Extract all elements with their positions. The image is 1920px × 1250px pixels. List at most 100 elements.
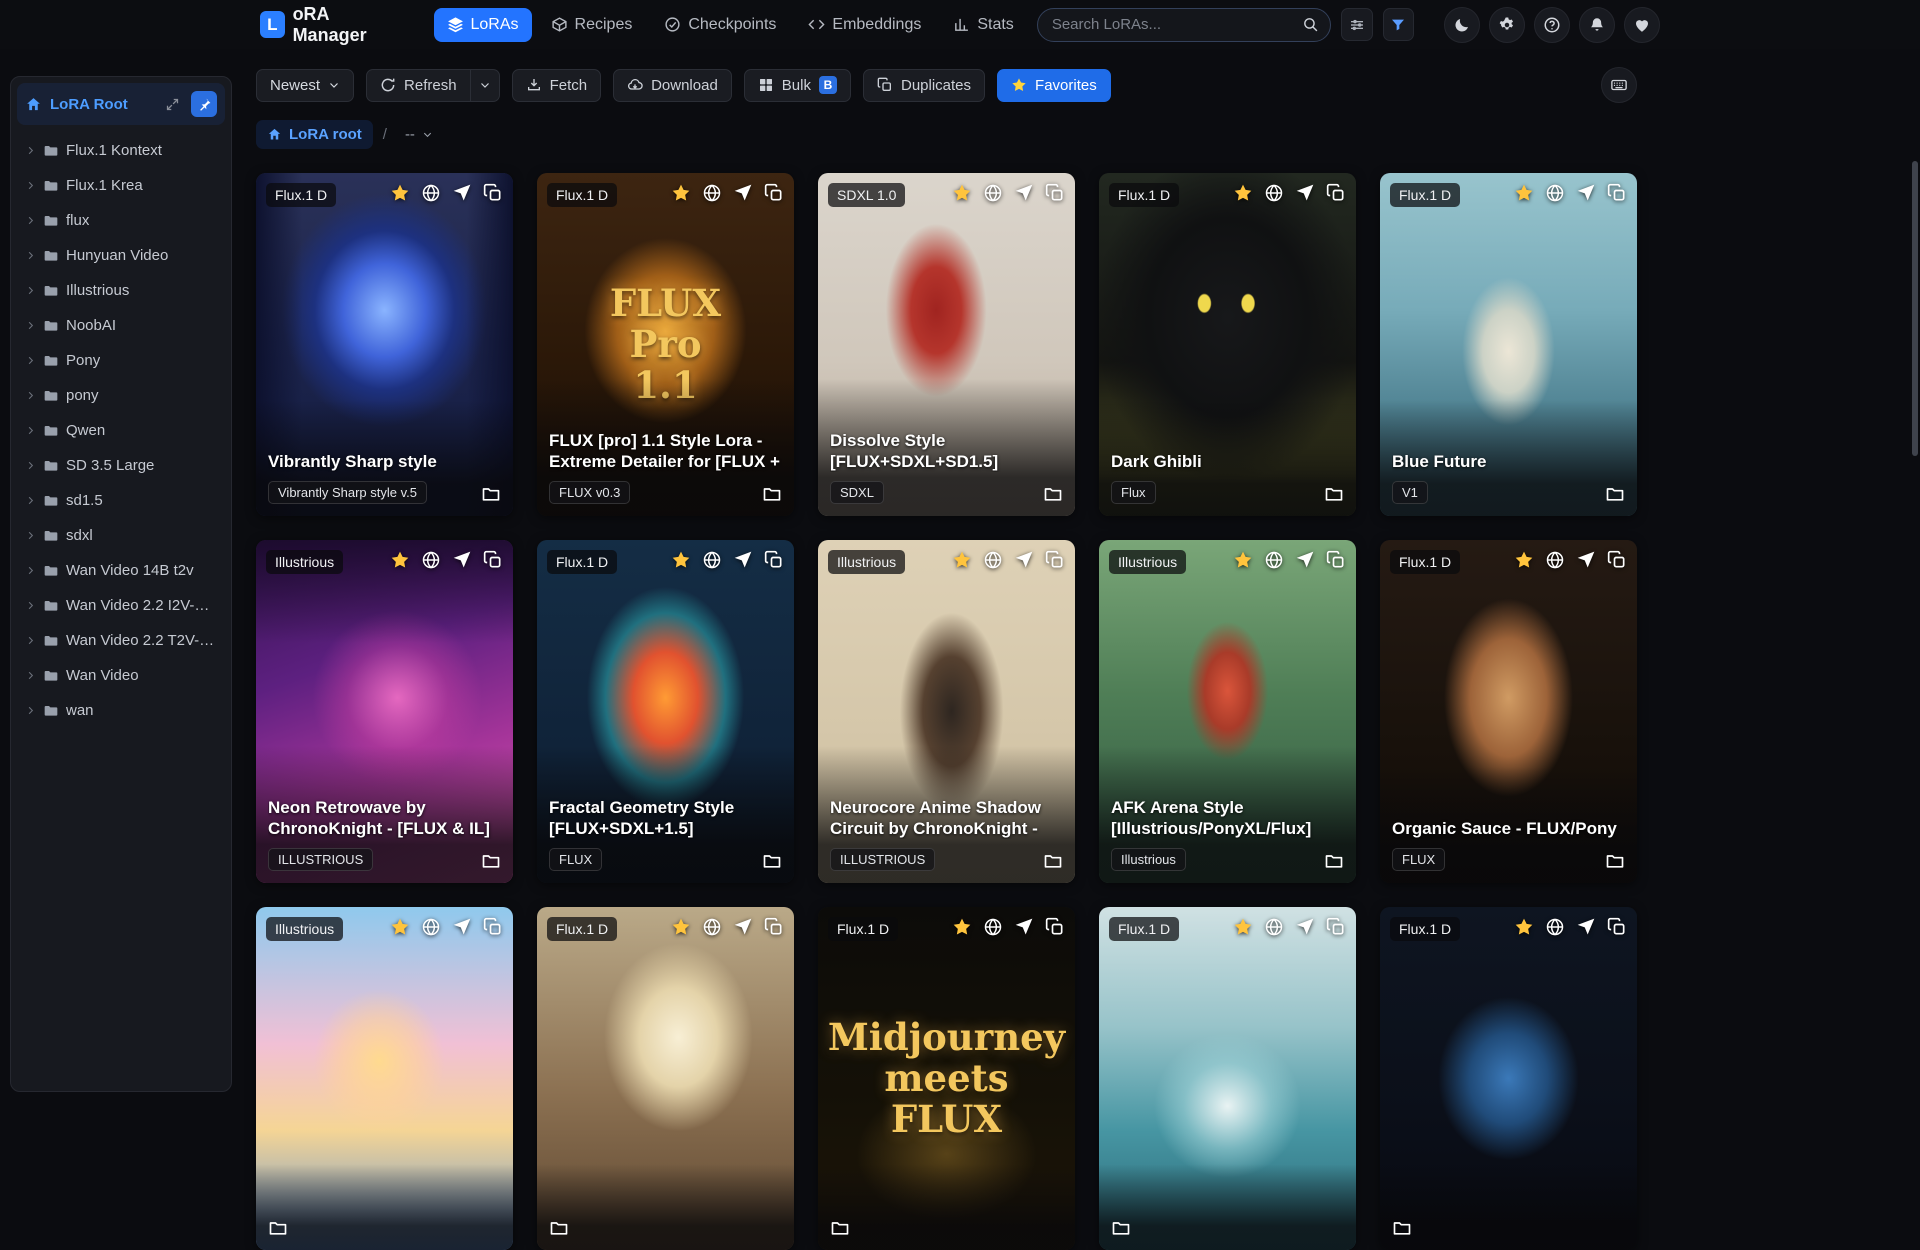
lora-card[interactable]: Flux.1 D Organic Sauce - FLUX/Pony FLUX (1380, 540, 1637, 883)
chevron-right-icon[interactable] (25, 705, 36, 716)
sidebar-folder-item[interactable]: Wan Video 14B t2v (17, 553, 225, 588)
chevron-right-icon[interactable] (25, 670, 36, 681)
lora-card[interactable]: Flux.1 D (537, 907, 794, 1250)
bulk-button[interactable]: Bulk B (743, 68, 851, 102)
theme-toggle-button[interactable] (1444, 6, 1481, 43)
lora-card[interactable]: Flux.1 D (1099, 907, 1356, 1250)
chevron-right-icon[interactable] (25, 565, 36, 576)
send-icon[interactable] (452, 917, 472, 937)
sidebar-folder-item[interactable]: sd1.5 (17, 483, 225, 518)
sidebar-folder-item[interactable]: flux (17, 203, 225, 238)
chevron-right-icon[interactable] (25, 320, 36, 331)
globe-icon[interactable] (1264, 550, 1284, 570)
nav-tab-checkpoints[interactable]: Checkpoints (651, 8, 789, 42)
copy-icon[interactable] (1326, 550, 1346, 570)
globe-icon[interactable] (421, 550, 441, 570)
chevron-right-icon[interactable] (25, 215, 36, 226)
copy-icon[interactable] (764, 917, 784, 937)
send-icon[interactable] (1014, 917, 1034, 937)
sort-select[interactable]: Newest (256, 68, 355, 102)
globe-icon[interactable] (702, 550, 722, 570)
lora-card[interactable]: Flux.1 D Vibrantly Sharp style Vibrantly… (256, 173, 513, 516)
search-options-button[interactable] (1341, 8, 1373, 41)
favorite-star-icon[interactable] (390, 183, 410, 203)
folder-icon[interactable] (1043, 851, 1063, 871)
breadcrumb-current-dropdown[interactable]: -- (397, 121, 441, 148)
pin-sidebar-button[interactable] (191, 91, 217, 117)
sidebar-folder-item[interactable]: Illustrious (17, 273, 225, 308)
filter-button[interactable] (1382, 8, 1415, 41)
send-icon[interactable] (452, 550, 472, 570)
lora-root-header[interactable]: LoRA Root (17, 83, 225, 125)
sidebar-folder-item[interactable]: Qwen (17, 413, 225, 448)
globe-icon[interactable] (1264, 917, 1284, 937)
globe-icon[interactable] (702, 183, 722, 203)
sidebar-folder-item[interactable]: Wan Video (17, 658, 225, 693)
chevron-right-icon[interactable] (25, 285, 36, 296)
copy-icon[interactable] (1326, 917, 1346, 937)
sidebar-folder-item[interactable]: sdxl (17, 518, 225, 553)
chevron-right-icon[interactable] (25, 390, 36, 401)
folder-icon[interactable] (268, 1218, 288, 1238)
globe-icon[interactable] (1545, 917, 1565, 937)
sidebar-folder-item[interactable]: pony (17, 378, 225, 413)
favorite-star-icon[interactable] (390, 917, 410, 937)
copy-icon[interactable] (1607, 183, 1627, 203)
folder-icon[interactable] (1605, 851, 1625, 871)
send-icon[interactable] (1014, 550, 1034, 570)
folder-icon[interactable] (1605, 484, 1625, 504)
app-logo[interactable]: L oRA Manager (260, 4, 398, 46)
send-icon[interactable] (1576, 917, 1596, 937)
fetch-button[interactable]: Fetch (511, 68, 602, 102)
copy-icon[interactable] (1326, 183, 1346, 203)
help-button[interactable] (1534, 6, 1571, 43)
sidebar-folder-item[interactable]: wan (17, 693, 225, 728)
folder-icon[interactable] (481, 851, 501, 871)
favorite-star-icon[interactable] (952, 550, 972, 570)
favorite-star-icon[interactable] (1514, 183, 1534, 203)
chevron-right-icon[interactable] (25, 460, 36, 471)
refresh-menu-button[interactable] (470, 68, 500, 102)
favorite-star-icon[interactable] (1233, 917, 1253, 937)
send-icon[interactable] (1576, 183, 1596, 203)
send-icon[interactable] (1014, 183, 1034, 203)
send-icon[interactable] (452, 183, 472, 203)
copy-icon[interactable] (764, 550, 784, 570)
globe-icon[interactable] (983, 183, 1003, 203)
favorite-star-icon[interactable] (671, 917, 691, 937)
chevron-right-icon[interactable] (25, 425, 36, 436)
globe-icon[interactable] (1264, 183, 1284, 203)
chevron-right-icon[interactable] (25, 355, 36, 366)
sidebar-folder-item[interactable]: Wan Video 2.2 I2V-A14B (17, 588, 225, 623)
lora-card[interactable]: Illustrious Neurocore Anime Shadow Circu… (818, 540, 1075, 883)
folder-icon[interactable] (830, 1218, 850, 1238)
sidebar-folder-item[interactable]: NoobAI (17, 308, 225, 343)
search-input[interactable] (1036, 7, 1332, 42)
folder-icon[interactable] (1043, 484, 1063, 504)
favorite-star-icon[interactable] (1514, 550, 1534, 570)
folder-icon[interactable] (1111, 1218, 1131, 1238)
lora-card[interactable]: Flux.1 D (1380, 907, 1637, 1250)
globe-icon[interactable] (1545, 550, 1565, 570)
sidebar-folder-item[interactable]: Hunyuan Video (17, 238, 225, 273)
nav-tab-loras[interactable]: LoRAs (433, 7, 532, 42)
sidebar-folder-item[interactable]: Flux.1 Kontext (17, 133, 225, 168)
keyboard-shortcuts-button[interactable] (1601, 67, 1637, 103)
copy-icon[interactable] (764, 183, 784, 203)
globe-icon[interactable] (983, 917, 1003, 937)
copy-icon[interactable] (483, 183, 503, 203)
lora-card[interactable]: SDXL 1.0 Dissolve Style [FLUX+SDXL+SD1.5… (818, 173, 1075, 516)
sidebar-folder-item[interactable]: SD 3.5 Large (17, 448, 225, 483)
sidebar-folder-item[interactable]: Pony (17, 343, 225, 378)
chevron-right-icon[interactable] (25, 180, 36, 191)
download-button[interactable]: Download (613, 68, 732, 102)
globe-icon[interactable] (702, 917, 722, 937)
favorite-star-icon[interactable] (671, 550, 691, 570)
page-scrollbar[interactable] (1910, 49, 1920, 1080)
scrollbar-thumb[interactable] (1912, 161, 1918, 456)
favorite-star-icon[interactable] (390, 550, 410, 570)
folder-icon[interactable] (1324, 484, 1344, 504)
lora-card[interactable]: Illustrious Neon Retrowave by ChronoKnig… (256, 540, 513, 883)
favorite-star-icon[interactable] (1514, 917, 1534, 937)
globe-icon[interactable] (421, 183, 441, 203)
